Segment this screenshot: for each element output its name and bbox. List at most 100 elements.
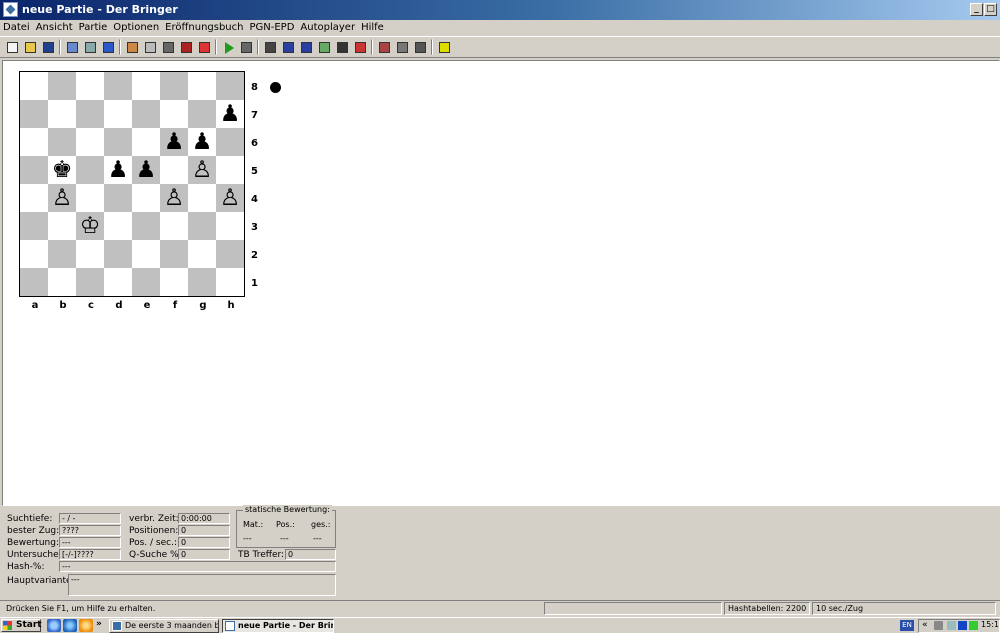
ie-quicklaunch-icon[interactable] xyxy=(63,619,77,632)
menu-hilfe[interactable]: Hilfe xyxy=(358,21,387,37)
square-c7[interactable] xyxy=(76,100,104,128)
square-b5[interactable]: ♚ xyxy=(48,156,76,184)
square-f3[interactable] xyxy=(160,212,188,240)
square-a8[interactable] xyxy=(20,72,48,100)
analyze-button[interactable] xyxy=(124,39,140,55)
hint-button[interactable] xyxy=(316,39,332,55)
square-d6[interactable] xyxy=(104,128,132,156)
white-pawn-icon[interactable]: ♙ xyxy=(48,184,76,212)
square-g3[interactable] xyxy=(188,212,216,240)
level-button[interactable] xyxy=(64,39,80,55)
square-h7[interactable]: ♟ xyxy=(216,100,244,128)
square-h6[interactable] xyxy=(216,128,244,156)
chess-board[interactable]: ♟ ♟ ♟ ♚ ♟ ♟ ♙ ♙ ♙ ♙ ♔ xyxy=(19,71,245,297)
square-a5[interactable] xyxy=(20,156,48,184)
square-e3[interactable] xyxy=(132,212,160,240)
square-g1[interactable] xyxy=(188,268,216,296)
square-f1[interactable] xyxy=(160,268,188,296)
black-pawn-icon[interactable]: ♟ xyxy=(160,128,188,156)
tablebase-button[interactable] xyxy=(394,39,410,55)
media-quicklaunch-icon[interactable] xyxy=(79,619,93,632)
board-setup-button[interactable] xyxy=(262,39,278,55)
volume-icon[interactable] xyxy=(934,621,943,630)
square-e5[interactable]: ♟ xyxy=(132,156,160,184)
square-c3[interactable]: ♔ xyxy=(76,212,104,240)
square-a4[interactable] xyxy=(20,184,48,212)
black-king-icon[interactable]: ♚ xyxy=(48,156,76,184)
square-d7[interactable] xyxy=(104,100,132,128)
square-b6[interactable] xyxy=(48,128,76,156)
square-d1[interactable] xyxy=(104,268,132,296)
maximize-button[interactable]: □ xyxy=(984,3,997,16)
square-h4[interactable]: ♙ xyxy=(216,184,244,212)
square-c5[interactable] xyxy=(76,156,104,184)
tray-expand-button[interactable]: « xyxy=(922,620,928,630)
taskbar-item-chess[interactable]: neue Partie - Der Brin... xyxy=(222,619,334,633)
white-pawn-icon[interactable]: ♙ xyxy=(160,184,188,212)
square-g4[interactable] xyxy=(188,184,216,212)
print-button[interactable] xyxy=(412,39,428,55)
square-e8[interactable] xyxy=(132,72,160,100)
square-a7[interactable] xyxy=(20,100,48,128)
info-button[interactable] xyxy=(100,39,116,55)
square-b4[interactable]: ♙ xyxy=(48,184,76,212)
square-g8[interactable] xyxy=(188,72,216,100)
black-pawn-icon[interactable]: ♟ xyxy=(216,100,244,128)
square-b7[interactable] xyxy=(48,100,76,128)
white-king-icon[interactable]: ♔ xyxy=(76,212,104,240)
taskbar-item-document[interactable]: De eerste 3 maanden bij ... xyxy=(109,619,219,633)
square-a6[interactable] xyxy=(20,128,48,156)
black-pawn-icon[interactable]: ♟ xyxy=(188,128,216,156)
white-pawn-icon[interactable]: ♙ xyxy=(216,184,244,212)
square-h1[interactable] xyxy=(216,268,244,296)
square-g7[interactable] xyxy=(188,100,216,128)
network-icon[interactable] xyxy=(947,621,956,630)
desktop-quicklaunch-icon[interactable] xyxy=(47,619,61,632)
square-b2[interactable] xyxy=(48,240,76,268)
square-b3[interactable] xyxy=(48,212,76,240)
square-f6[interactable]: ♟ xyxy=(160,128,188,156)
quicklaunch-more[interactable]: » xyxy=(96,619,102,629)
square-g6[interactable]: ♟ xyxy=(188,128,216,156)
square-h5[interactable] xyxy=(216,156,244,184)
square-g2[interactable] xyxy=(188,240,216,268)
square-c4[interactable] xyxy=(76,184,104,212)
square-h8[interactable] xyxy=(216,72,244,100)
menu-pgn-epd[interactable]: PGN-EPD xyxy=(246,21,297,37)
clock-button[interactable] xyxy=(160,39,176,55)
edit-button[interactable] xyxy=(82,39,98,55)
menu-datei[interactable]: Datei xyxy=(0,21,33,37)
book-button[interactable] xyxy=(178,39,194,55)
go-button[interactable] xyxy=(220,39,236,55)
menu-ansicht[interactable]: Ansicht xyxy=(33,21,76,37)
title-bar[interactable]: neue Partie - Der Bringer _ □ xyxy=(0,0,1000,20)
square-d2[interactable] xyxy=(104,240,132,268)
undo-button[interactable] xyxy=(280,39,296,55)
square-f7[interactable] xyxy=(160,100,188,128)
square-e1[interactable] xyxy=(132,268,160,296)
engine2-button[interactable] xyxy=(376,39,392,55)
square-c8[interactable] xyxy=(76,72,104,100)
square-b1[interactable] xyxy=(48,268,76,296)
save-button[interactable] xyxy=(40,39,56,55)
square-h3[interactable] xyxy=(216,212,244,240)
square-f8[interactable] xyxy=(160,72,188,100)
chart-button[interactable] xyxy=(196,39,212,55)
square-b8[interactable] xyxy=(48,72,76,100)
black-pawn-icon[interactable]: ♟ xyxy=(132,156,160,184)
security-tray-icon[interactable] xyxy=(969,621,978,630)
help-button[interactable] xyxy=(436,39,452,55)
square-c1[interactable] xyxy=(76,268,104,296)
language-indicator[interactable]: EN xyxy=(900,620,914,631)
new-game-button[interactable] xyxy=(4,39,20,55)
square-d8[interactable] xyxy=(104,72,132,100)
minimize-button[interactable]: _ xyxy=(970,3,983,16)
square-f5[interactable] xyxy=(160,156,188,184)
square-g5[interactable]: ♙ xyxy=(188,156,216,184)
square-e7[interactable] xyxy=(132,100,160,128)
stop-button[interactable] xyxy=(238,39,254,55)
zoom-button[interactable] xyxy=(142,39,158,55)
open-button[interactable] xyxy=(22,39,38,55)
square-a2[interactable] xyxy=(20,240,48,268)
square-c6[interactable] xyxy=(76,128,104,156)
